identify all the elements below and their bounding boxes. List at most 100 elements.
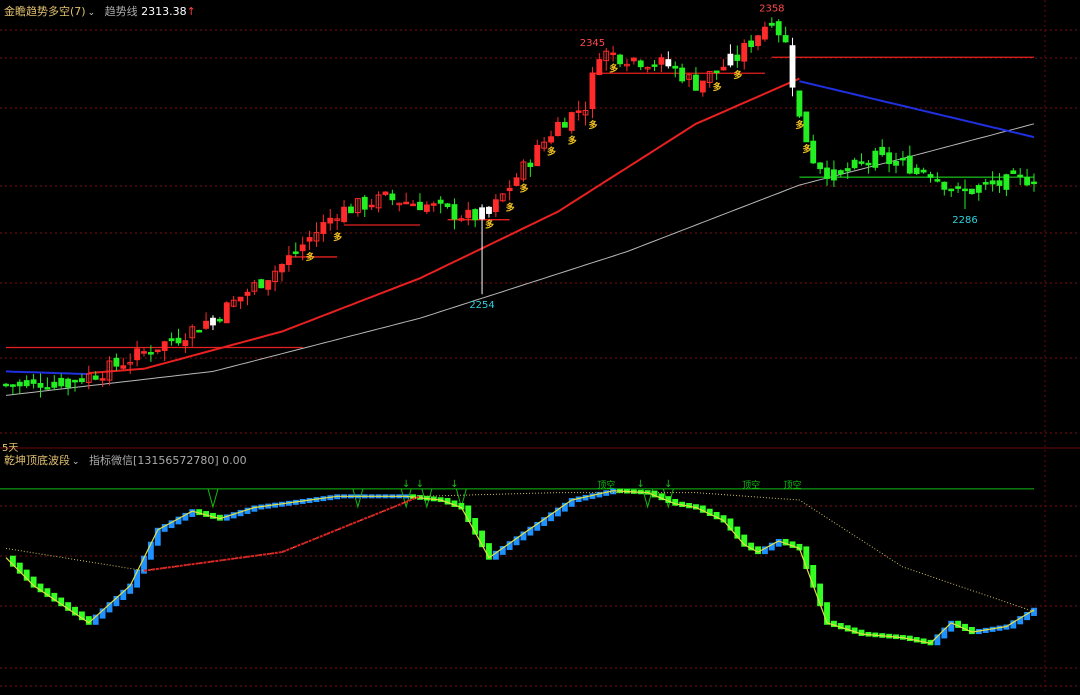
candle-body — [147, 352, 154, 355]
candle — [824, 160, 830, 186]
candle-body — [134, 348, 141, 361]
candle-body — [196, 330, 203, 333]
candle — [851, 157, 858, 170]
candle — [251, 279, 258, 296]
buy-marker: 多 — [333, 231, 342, 243]
candle — [899, 151, 906, 166]
candle — [1024, 168, 1031, 187]
buy-marker: 多 — [519, 183, 528, 195]
candle — [78, 373, 85, 385]
candle — [506, 180, 513, 201]
candle — [65, 377, 72, 396]
candle — [458, 215, 465, 222]
candle — [713, 70, 720, 80]
candle-body — [920, 169, 927, 173]
candle-body — [168, 338, 175, 342]
bottom-indicator-header: 乾坤顶底波段 ⌄ 指标微信[13156572780] 0.00 — [4, 452, 247, 468]
chevron-down-icon[interactable]: ⌄ — [72, 457, 80, 467]
candle-body — [831, 169, 837, 181]
candle — [382, 191, 389, 197]
candle — [982, 178, 989, 190]
candle-body — [941, 181, 948, 190]
candle — [403, 192, 410, 205]
indicator-name[interactable]: 金瞻趋势多空(7) — [4, 5, 86, 18]
candle — [686, 72, 692, 88]
candle-body — [265, 280, 272, 290]
candle-body — [410, 203, 416, 207]
candle-body — [348, 206, 354, 214]
candle — [134, 340, 141, 367]
candle — [44, 377, 51, 390]
candle-body — [444, 203, 451, 207]
candle-body — [216, 318, 223, 322]
chevron-down-icon[interactable]: ⌄ — [88, 8, 96, 18]
candle — [520, 159, 527, 182]
candle-body — [837, 170, 844, 175]
candle-body — [658, 57, 665, 65]
candle — [775, 19, 782, 43]
candle-body — [568, 112, 575, 131]
candle-body — [934, 179, 941, 182]
candle — [665, 51, 672, 69]
down-arrow-icon: ↓ — [450, 479, 458, 490]
candle — [741, 39, 748, 70]
price-label: 2286 — [952, 215, 977, 226]
candle — [913, 164, 920, 176]
candle-body — [72, 379, 78, 383]
candle-body — [596, 59, 603, 76]
candle-body — [782, 35, 789, 43]
trend-value: 2313.38 — [141, 5, 187, 18]
candle-body — [796, 90, 803, 117]
candle — [30, 373, 37, 389]
down-arrow-icon: ↓ — [637, 479, 645, 490]
candle — [1010, 168, 1017, 175]
candle-body — [9, 384, 16, 387]
buy-marker: 多 — [588, 119, 597, 131]
candle-body — [955, 186, 962, 189]
candle-body — [437, 199, 444, 204]
candle — [492, 194, 499, 218]
candle-body — [120, 365, 127, 369]
candle-body — [768, 22, 775, 26]
candle-body — [893, 160, 899, 166]
candle — [499, 193, 506, 203]
candle — [265, 280, 272, 296]
oscillator-name[interactable]: 乾坤顶底波段 — [4, 454, 70, 467]
candle-body — [223, 302, 230, 324]
candle — [237, 296, 244, 309]
candle — [768, 17, 775, 28]
candle — [396, 202, 403, 212]
candle — [996, 173, 1003, 193]
candle-body — [341, 206, 347, 223]
candle-body — [423, 204, 430, 212]
candle — [589, 66, 596, 119]
price-label: 2358 — [759, 3, 784, 14]
buy-marker: 多 — [306, 251, 315, 263]
candle-body — [561, 122, 568, 128]
candle-body — [327, 217, 334, 224]
candle-body — [844, 168, 851, 172]
candle — [893, 152, 899, 174]
candle — [596, 53, 603, 76]
candle-body — [665, 59, 672, 67]
candle — [948, 188, 955, 197]
trend-label: 趋势线 — [104, 5, 138, 18]
candle-body — [693, 74, 699, 91]
candle — [644, 66, 651, 73]
candle-body — [617, 54, 623, 65]
candle — [354, 198, 361, 217]
candle-body — [789, 45, 796, 88]
candle — [1017, 168, 1024, 185]
candle-body — [23, 380, 30, 387]
candle — [51, 375, 58, 391]
candle-body — [37, 382, 44, 388]
candle — [285, 246, 292, 272]
candle-body — [182, 340, 189, 347]
candle-body — [630, 57, 637, 62]
candle — [844, 162, 851, 179]
candle — [320, 214, 327, 242]
candle — [230, 295, 237, 308]
candle-body — [720, 66, 727, 71]
candle-body — [948, 188, 955, 192]
top-signal-label: 顶空 — [784, 479, 802, 491]
